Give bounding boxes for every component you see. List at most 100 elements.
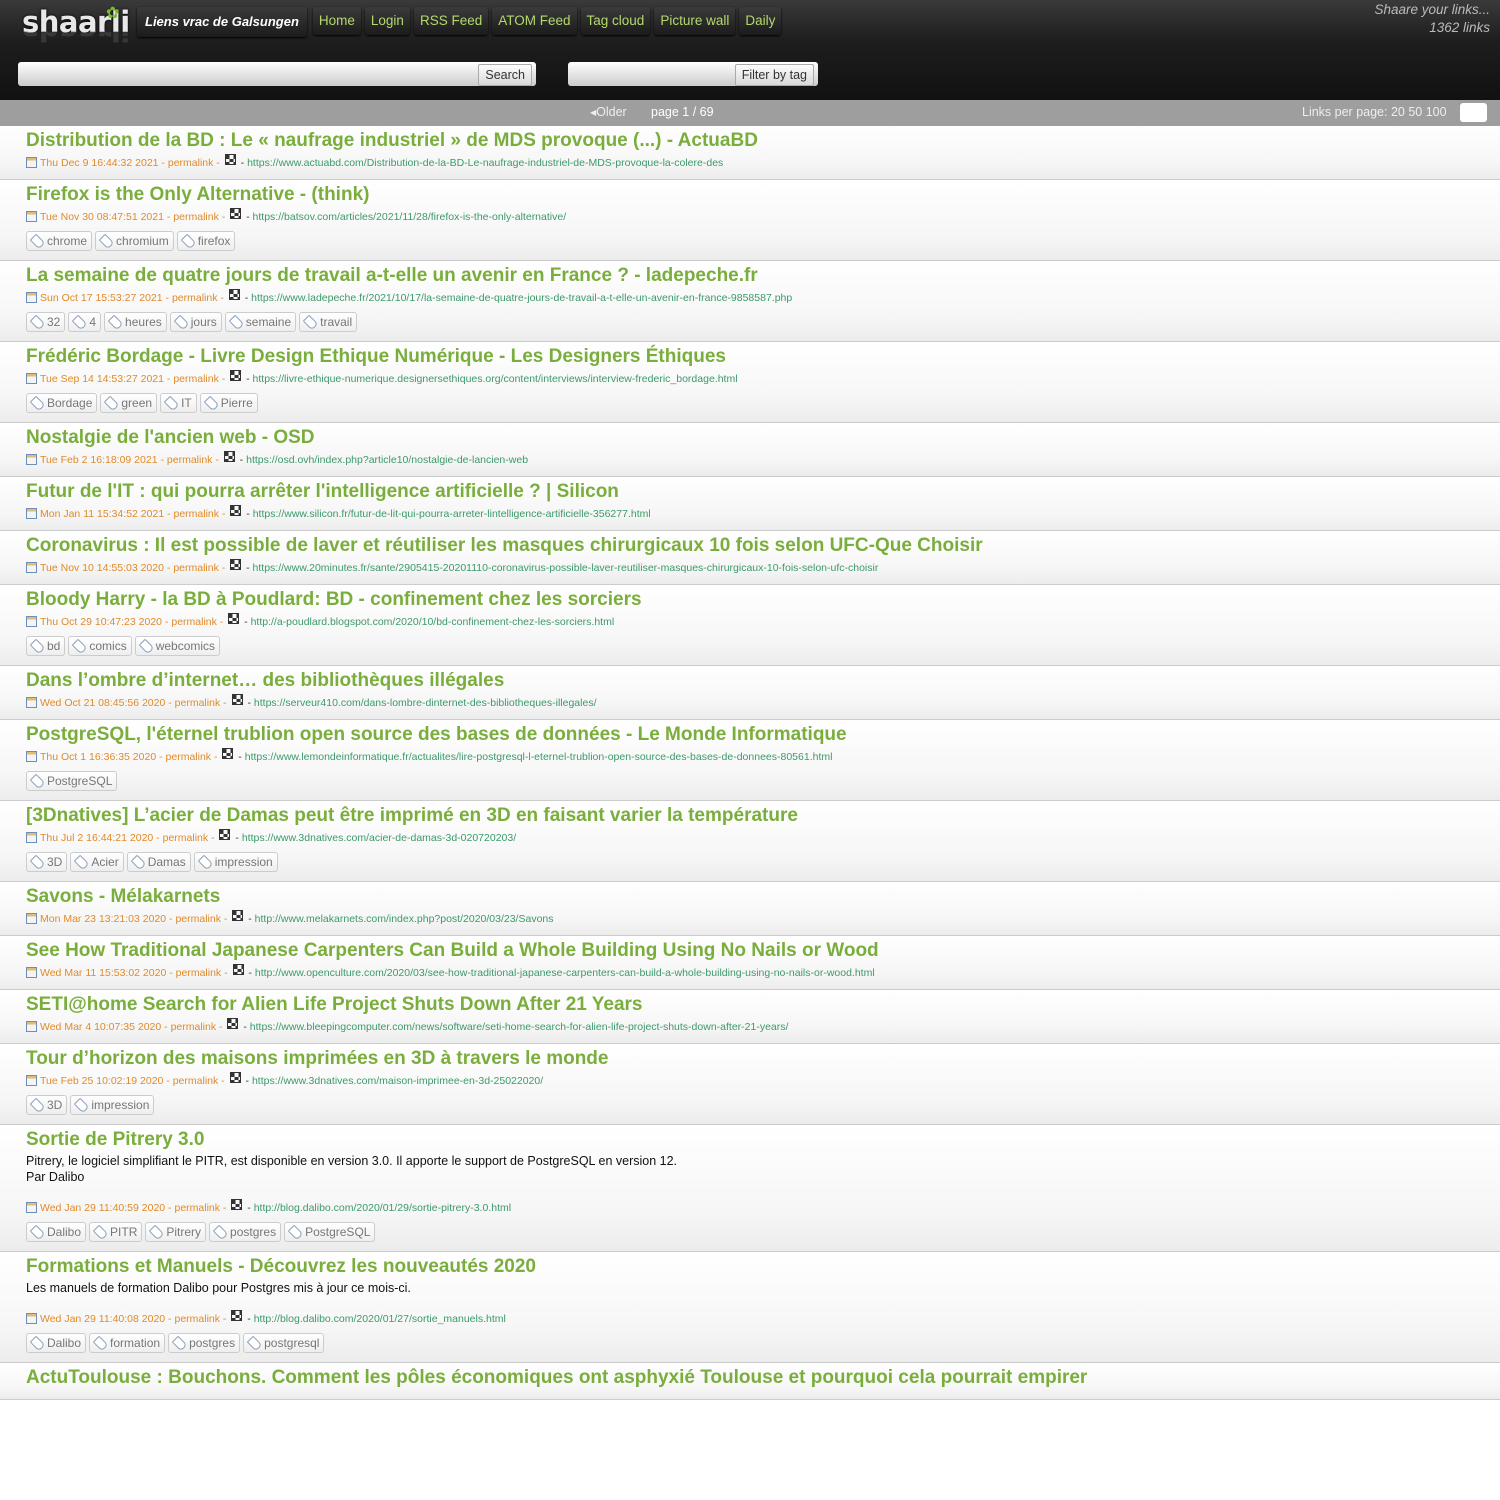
nav-login[interactable]: Login [364, 7, 410, 35]
link-url[interactable]: http://blog.dalibo.com/2020/01/29/sortie… [254, 1202, 511, 1214]
qrcode-icon[interactable] [228, 613, 240, 624]
link-url[interactable]: http://blog.dalibo.com/2020/01/27/sortie… [254, 1313, 506, 1325]
nav-atom-feed[interactable]: ATOM Feed [492, 7, 577, 35]
link-title[interactable]: Savons - Mélakarnets [26, 885, 1500, 909]
link-title[interactable]: Bloody Harry - la BD à Poudlard: BD - co… [26, 588, 1500, 612]
permalink[interactable]: permalink [172, 292, 218, 304]
tag[interactable]: chromium [95, 231, 174, 251]
tag[interactable]: jours [169, 312, 222, 332]
link-url[interactable]: https://www.lemondeinformatique.fr/actua… [245, 751, 833, 763]
permalink[interactable]: permalink [175, 913, 221, 925]
tag[interactable]: 3D [26, 852, 68, 872]
tag[interactable]: Bordage [26, 393, 98, 413]
qrcode-icon[interactable] [232, 964, 244, 975]
link-url[interactable]: http://a-poudlard.blogspot.com/2020/10/b… [251, 616, 615, 628]
permalink[interactable]: permalink [163, 832, 209, 844]
link-url[interactable]: https://www.bleepingcomputer.com/news/so… [250, 1021, 789, 1033]
qrcode-icon[interactable] [227, 1018, 239, 1029]
link-url[interactable]: http://www.melakarnets.com/index.php?pos… [255, 913, 554, 925]
qrcode-icon[interactable] [230, 370, 242, 381]
tag[interactable]: semaine [224, 312, 297, 332]
tag[interactable]: Dalibo [26, 1222, 87, 1242]
link-title[interactable]: ActuToulouse : Bouchons. Comment les pôl… [26, 1366, 1500, 1390]
link-url[interactable]: https://livre-ethique-numerique.designer… [253, 373, 738, 385]
link-url[interactable]: https://www.3dnatives.com/maison-imprime… [252, 1075, 543, 1087]
link-url[interactable]: https://www.silicon.fr/futur-de-lit-qui-… [253, 508, 651, 520]
link-title[interactable]: Tour d’horizon des maisons imprimées en … [26, 1047, 1500, 1071]
tag[interactable]: green [100, 393, 158, 413]
tag-filter-input[interactable]: Filter by tag [568, 62, 818, 86]
tag[interactable]: Acier [70, 852, 124, 872]
qrcode-icon[interactable] [230, 208, 242, 219]
nav-picture-wall[interactable]: Picture wall [654, 7, 736, 35]
tag[interactable]: 3D [26, 1095, 68, 1115]
link-url[interactable]: https://www.ladepeche.fr/2021/10/17/la-s… [251, 292, 792, 304]
tag[interactable]: postgres [168, 1333, 241, 1353]
qrcode-icon[interactable] [229, 1072, 241, 1083]
tag[interactable]: PostgreSQL [26, 771, 118, 791]
tag[interactable]: IT [160, 393, 197, 413]
link-title[interactable]: La semaine de quatre jours de travail a-… [26, 264, 1500, 288]
qrcode-icon[interactable] [219, 829, 231, 840]
link-title[interactable]: Dans l’ombre d’internet… des bibliothèqu… [26, 669, 1500, 693]
nav-rss-feed[interactable]: RSS Feed [413, 7, 489, 35]
site-title[interactable]: Liens vrac de Galsungen [137, 7, 307, 37]
search-input[interactable]: Search [18, 62, 536, 86]
qrcode-icon[interactable] [231, 1199, 243, 1210]
tag[interactable]: PostgreSQL [284, 1222, 376, 1242]
tag[interactable]: 32 [26, 312, 66, 332]
link-url[interactable]: https://www.20minutes.fr/sante/2905415-2… [253, 562, 879, 574]
links-per-page[interactable]: Links per page: 20 50 100 [1302, 105, 1447, 119]
tag[interactable]: postgres [209, 1222, 282, 1242]
tag[interactable]: Pierre [199, 393, 258, 413]
qrcode-icon[interactable] [231, 1310, 243, 1321]
qrcode-icon[interactable] [230, 505, 242, 516]
tag[interactable]: impression [70, 1095, 155, 1115]
permalink[interactable]: permalink [173, 1075, 219, 1087]
tag[interactable]: firefox [176, 231, 236, 251]
tag[interactable]: PITR [89, 1222, 143, 1242]
permalink[interactable]: permalink [173, 373, 219, 385]
qrcode-icon[interactable] [232, 910, 244, 921]
link-title[interactable]: See How Traditional Japanese Carpenters … [26, 939, 1500, 963]
permalink[interactable]: permalink [173, 211, 219, 223]
filter-by-tag-button[interactable]: Filter by tag [734, 64, 814, 86]
qrcode-icon[interactable] [222, 748, 234, 759]
qrcode-icon[interactable] [231, 694, 243, 705]
link-title[interactable]: PostgreSQL, l'éternel trublion open sour… [26, 723, 1500, 747]
permalink[interactable]: permalink [168, 157, 214, 169]
permalink[interactable]: permalink [171, 1021, 217, 1033]
links-per-page-input[interactable] [1460, 103, 1487, 122]
permalink[interactable]: permalink [171, 616, 217, 628]
tag[interactable]: travail [299, 312, 358, 332]
search-button[interactable]: Search [478, 64, 532, 86]
link-title[interactable]: SETI@home Search for Alien Life Project … [26, 993, 1500, 1017]
link-url[interactable]: https://www.actuabd.com/Distribution-de-… [247, 157, 723, 169]
link-url[interactable]: https://batsov.com/articles/2021/11/28/f… [253, 211, 567, 223]
tag[interactable]: 4 [68, 312, 102, 332]
tag[interactable]: bd [26, 636, 66, 656]
link-url[interactable]: https://osd.ovh/index.php?article10/nost… [246, 454, 528, 466]
link-url[interactable]: https://serveur410.com/dans-lombre-dinte… [254, 697, 597, 709]
tag[interactable]: Pitrery [145, 1222, 207, 1242]
nav-home[interactable]: Home [312, 7, 361, 35]
link-title[interactable]: Distribution de la BD : Le « naufrage in… [26, 129, 1500, 153]
link-title[interactable]: Formations et Manuels - Découvrez les no… [26, 1255, 1500, 1279]
link-url[interactable]: http://www.openculture.com/2020/03/see-h… [255, 967, 875, 979]
link-title[interactable]: Futur de l'IT : qui pourra arrêter l'int… [26, 480, 1500, 504]
qrcode-icon[interactable] [223, 451, 235, 462]
tag[interactable]: postgresql [243, 1333, 325, 1353]
shaarli-logo[interactable]: shaarli shaarli ✿ [22, 3, 130, 49]
permalink[interactable]: permalink [174, 1313, 220, 1325]
permalink[interactable]: permalink [167, 454, 213, 466]
permalink[interactable]: permalink [174, 1202, 220, 1214]
link-title[interactable]: Firefox is the Only Alternative - (think… [26, 183, 1500, 207]
permalink[interactable]: permalink [174, 508, 220, 520]
tag[interactable]: impression [193, 852, 278, 872]
tag[interactable]: Dalibo [26, 1333, 87, 1353]
tag[interactable]: formation [89, 1333, 166, 1353]
tag[interactable]: comics [68, 636, 132, 656]
nav-tag-cloud[interactable]: Tag cloud [580, 7, 651, 35]
tag[interactable]: chrome [26, 231, 93, 251]
link-title[interactable]: Nostalgie de l'ancien web - OSD [26, 426, 1500, 450]
